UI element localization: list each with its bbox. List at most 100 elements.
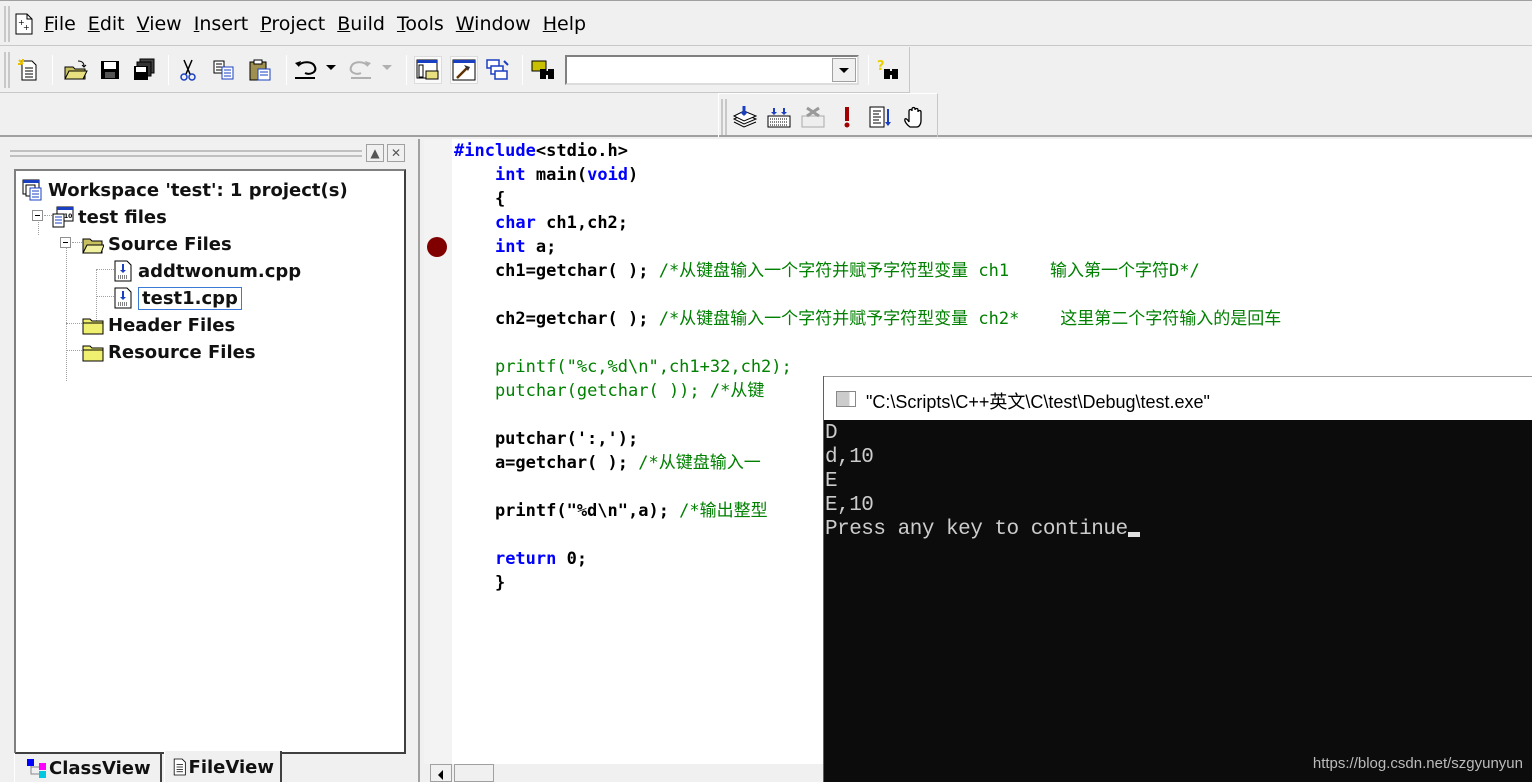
go-button[interactable]: [867, 103, 895, 131]
console-window[interactable]: "C:\Scripts\C++英文\C\test\Debug\test.exe"…: [823, 376, 1532, 782]
console-output[interactable]: D d,10 E E,10 Press any key to continue …: [824, 420, 1532, 782]
workspace-panel: ▲ ✕ Workspace 'test': 1 project(s) 10 te…: [0, 139, 418, 782]
stop-build-button[interactable]: [799, 103, 827, 131]
code-token: a;: [525, 237, 557, 257]
file-tree: Workspace 'test': 1 project(s) 10 test f…: [14, 169, 406, 754]
open-folder-icon: [82, 238, 104, 254]
execute-button[interactable]: [833, 103, 861, 131]
copy-button[interactable]: [210, 56, 238, 84]
redo-button[interactable]: [346, 56, 374, 84]
tree-item-resource-files[interactable]: Resource Files: [82, 339, 256, 365]
workspace-panel-grip[interactable]: [10, 150, 362, 157]
menu-edit[interactable]: Edit: [88, 13, 131, 35]
console-line: E: [825, 470, 838, 493]
find-in-files-button[interactable]: [530, 56, 558, 84]
menu-window[interactable]: Window: [456, 13, 537, 35]
redo-dropdown[interactable]: [382, 65, 392, 70]
workspace-tabs: ClassView FileView: [0, 751, 418, 782]
search-button[interactable]: ?: [874, 56, 902, 84]
maximize-pane-button[interactable]: ▲: [366, 144, 384, 162]
paste-button[interactable]: [246, 56, 274, 84]
close-pane-button[interactable]: ✕: [387, 144, 405, 162]
menu-help[interactable]: Help: [543, 13, 592, 35]
code-line: int a;: [454, 235, 556, 259]
code-token: putchar(':,');: [454, 429, 639, 449]
watermark: https://blog.csdn.net/szgyunyun: [1312, 755, 1523, 772]
menubar-grip[interactable]: [4, 6, 10, 42]
collapse-toggle[interactable]: [32, 210, 43, 221]
build-button[interactable]: [765, 103, 793, 131]
code-line: int main(void): [454, 163, 638, 187]
breakpoint-icon[interactable]: [427, 237, 447, 257]
code-line: ch2=getchar( ); /*从键盘输入一个字符并赋予字符型变量 ch2*…: [454, 307, 1281, 331]
tree-item-file[interactable]: addtwonum.cpp: [112, 258, 301, 284]
window-list-button[interactable]: [484, 56, 512, 84]
menu-build[interactable]: Build: [337, 13, 391, 35]
save-button[interactable]: [96, 56, 124, 84]
keyword-token: int: [494, 237, 526, 257]
code-token: printf("%d\n",a);: [454, 501, 680, 521]
tab-classview[interactable]: ClassView: [14, 753, 162, 782]
tree-label: addtwonum.cpp: [138, 260, 302, 282]
output-icon: [452, 59, 476, 81]
toolbar-grip[interactable]: [4, 52, 10, 88]
compile-icon: [732, 106, 758, 128]
console-title-bar[interactable]: "C:\Scripts\C++英文\C\test\Debug\test.exe": [824, 376, 1532, 420]
code-line: return 0;: [454, 547, 587, 571]
editor-gutter[interactable]: [424, 139, 452, 782]
output-button[interactable]: [450, 56, 478, 84]
find-combo[interactable]: [565, 55, 859, 85]
go-icon: [869, 106, 891, 128]
cut-button[interactable]: [174, 56, 202, 84]
svg-text:10: 10: [64, 213, 72, 220]
open-folder-icon: [64, 60, 88, 80]
new-text-file-button[interactable]: [14, 56, 42, 84]
tree-item-header-files[interactable]: Header Files: [82, 312, 235, 338]
code-line: putchar(getchar( )); /*从键: [454, 379, 764, 403]
tab-label: ClassView: [49, 757, 151, 779]
find-combo-dropdown-button[interactable]: [832, 58, 856, 82]
undo-dropdown[interactable]: [326, 65, 336, 70]
toolbar-grip[interactable]: [721, 99, 727, 135]
find-in-files-icon: [531, 60, 554, 79]
menu-label-rest: indow: [474, 13, 531, 35]
fileview-icon: [173, 758, 186, 776]
menu-accelerator: B: [337, 13, 351, 35]
menu-file[interactable]: File: [44, 13, 82, 35]
standard-toolbar: ?: [0, 47, 910, 93]
workspace-button[interactable]: [414, 56, 442, 84]
code-token: main(: [525, 165, 588, 185]
horizontal-scrollbar[interactable]: [424, 764, 824, 782]
tab-label: FileView: [188, 756, 274, 778]
menu-tools[interactable]: Tools: [397, 13, 450, 35]
project-icon: 10: [52, 206, 74, 228]
save-all-button[interactable]: [130, 56, 158, 84]
menu-project[interactable]: Project: [260, 13, 331, 35]
open-button[interactable]: [62, 56, 90, 84]
collapse-toggle[interactable]: [60, 237, 71, 248]
menu-insert[interactable]: Insert: [194, 13, 255, 35]
folder-icon: [82, 318, 104, 335]
menu-label-rest: uild: [350, 13, 385, 35]
classview-icon: [27, 759, 46, 778]
tree-item-source-files[interactable]: Source Files: [82, 231, 232, 257]
tab-fileview[interactable]: FileView: [164, 751, 282, 782]
toolbar-row-2: [0, 93, 1532, 137]
menu-view[interactable]: View: [137, 13, 188, 35]
menu-accelerator: E: [87, 13, 100, 35]
scroll-thumb[interactable]: [454, 764, 494, 782]
tree-item-project[interactable]: 10 test files: [52, 204, 167, 230]
find-input[interactable]: [569, 59, 831, 81]
compile-button[interactable]: [731, 103, 759, 131]
tree-item-file-selected[interactable]: test1.cpp: [112, 285, 242, 311]
tree-label: Source Files: [108, 233, 232, 255]
keyword-token: char: [494, 213, 536, 233]
hand-button[interactable]: [901, 103, 929, 131]
tree-item-workspace[interactable]: Workspace 'test': 1 project(s): [22, 177, 348, 203]
scroll-left-button[interactable]: [430, 764, 452, 782]
console-line: D: [825, 422, 838, 445]
undo-button[interactable]: [292, 56, 320, 84]
comment-token: printf("%c,%d\n",ch1+32,ch2);: [494, 357, 792, 377]
